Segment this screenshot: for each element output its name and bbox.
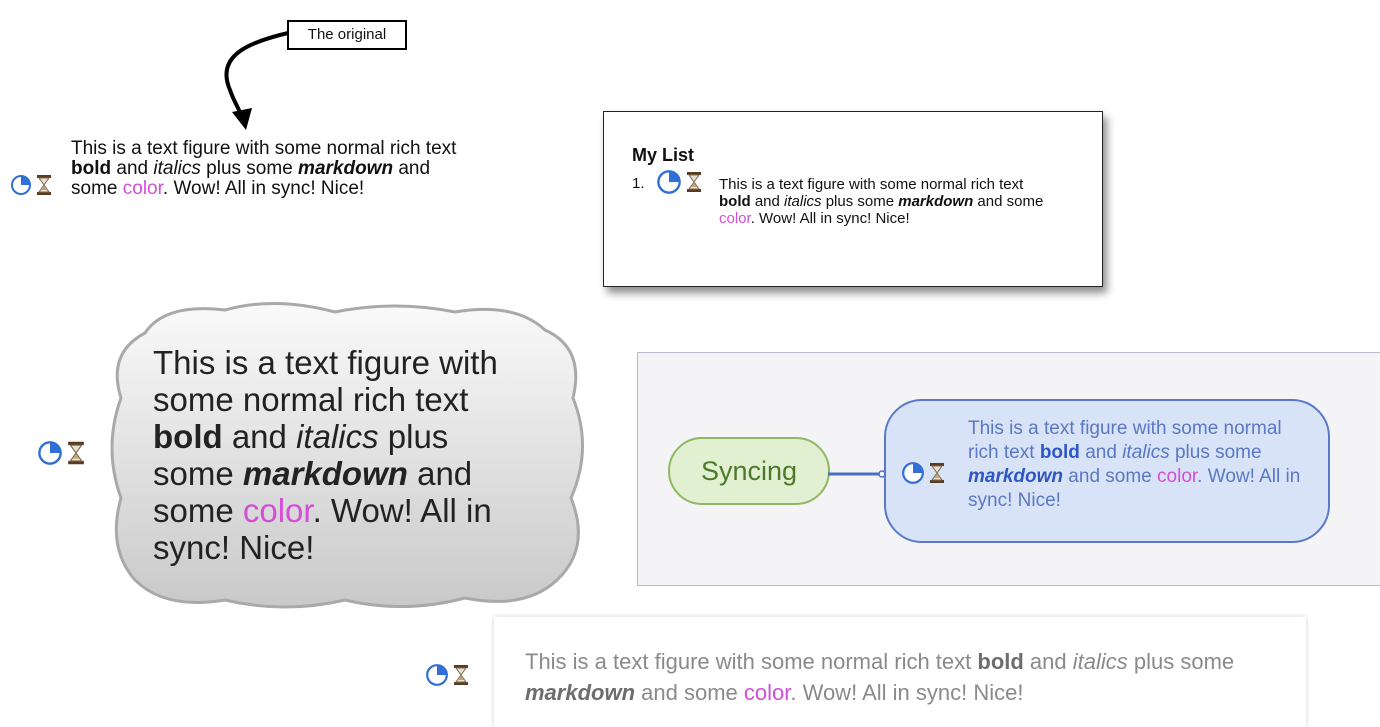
text-figure-original: This is a text figure with some normal r… xyxy=(71,138,457,199)
mindmap-status-icons xyxy=(901,461,945,485)
text-figure-cloud: This is a text figure with some normal r… xyxy=(153,344,498,566)
list-card: My List 1. This is a text figure with so… xyxy=(603,111,1103,287)
text-figure-list-item: This is a text figure with some normal r… xyxy=(719,176,1044,227)
hourglass-icon xyxy=(930,463,945,483)
hourglass-icon xyxy=(68,441,85,465)
list-title: My List xyxy=(632,145,695,165)
cloud-status-icons xyxy=(37,440,85,466)
hourglass-icon xyxy=(37,175,52,195)
callout-arrow-icon xyxy=(224,31,289,130)
list-item-number: 1. xyxy=(632,175,645,192)
callout-label: The original xyxy=(287,20,407,50)
pie-progress-icon xyxy=(657,170,681,194)
hourglass-icon xyxy=(454,665,469,685)
pie-progress-icon xyxy=(902,462,924,484)
list-status-icons xyxy=(656,169,702,195)
pie-progress-icon xyxy=(426,664,448,686)
text-figure-mindmap: This is a text figure with some normal r… xyxy=(968,418,1301,511)
orig-status-icons xyxy=(10,174,52,196)
bottom-status-icons xyxy=(425,663,469,687)
pie-progress-icon xyxy=(11,175,31,195)
pie-progress-icon xyxy=(38,441,62,465)
mindmap-connector xyxy=(828,470,886,478)
text-figure-bottom: This is a text figure with some normal r… xyxy=(525,649,1235,705)
hourglass-icon xyxy=(687,172,702,192)
mindmap-panel: Syncing This is a text figure with some … xyxy=(637,352,1380,586)
mindmap-node-syncing[interactable]: Syncing xyxy=(668,437,830,505)
